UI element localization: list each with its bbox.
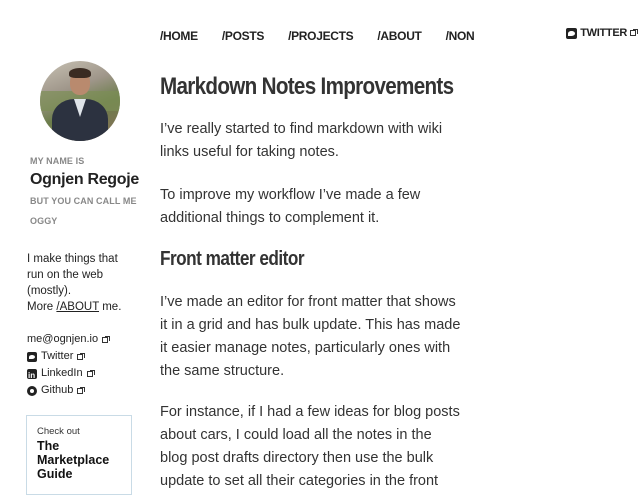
twitter-top-link[interactable]: TWITTER bbox=[566, 27, 638, 39]
nav-non-link[interactable]: /NON bbox=[446, 29, 475, 43]
bio-line: (mostly). bbox=[27, 285, 72, 297]
twitter-icon bbox=[27, 351, 37, 362]
linkedin-link-label: LinkedIn bbox=[41, 367, 83, 379]
external-link-icon bbox=[77, 352, 86, 361]
email-link-label: me@ognjen.io bbox=[27, 333, 99, 345]
bio-line: I make things that bbox=[27, 253, 118, 265]
author-bio: I make things that run on the web (mostl… bbox=[27, 251, 137, 315]
external-link-icon bbox=[86, 369, 95, 378]
paragraph-line: update to set all their categories in th… bbox=[160, 473, 439, 489]
twitter-top-label: TWITTER bbox=[580, 27, 627, 39]
bio-line: More /ABOUT me. bbox=[27, 299, 137, 315]
github-icon bbox=[27, 385, 37, 396]
paragraph-line: about cars, I could load all the notes i… bbox=[160, 427, 432, 443]
paragraph-line: For instance, if I had a few ideas for b… bbox=[160, 404, 460, 420]
email-link[interactable]: me@ognjen.io bbox=[27, 331, 111, 348]
twitter-link[interactable]: Twitter bbox=[27, 348, 110, 365]
bio-more-text: More bbox=[27, 301, 54, 313]
external-link-icon bbox=[102, 335, 111, 344]
external-link-icon bbox=[630, 29, 638, 37]
bio-end-text: me. bbox=[102, 301, 122, 313]
external-link-icon bbox=[77, 386, 86, 395]
paragraph-line: it easier manage notes, particularly one… bbox=[160, 340, 451, 356]
paragraph-line: links useful for taking notes. bbox=[160, 144, 339, 160]
promo-title-line: Guide bbox=[37, 467, 73, 481]
top-nav: /HOME /POSTS /PROJECTS /ABOUT /NON bbox=[160, 29, 498, 43]
bio-about-link[interactable]: /ABOUT bbox=[56, 301, 99, 313]
section-heading: Front matter editor bbox=[160, 248, 305, 270]
article-paragraph: I’ve really started to find markdown wit… bbox=[160, 118, 490, 164]
article-paragraph: I’ve made an editor for front matter tha… bbox=[160, 291, 490, 383]
nav-about-link[interactable]: /ABOUT bbox=[377, 29, 422, 43]
article-paragraph: For instance, if I had a few ideas for b… bbox=[160, 401, 490, 493]
call-me-label: BUT YOU CAN CALL ME bbox=[30, 196, 137, 206]
linkedin-icon bbox=[27, 367, 37, 384]
promo-intro: Check out bbox=[37, 426, 80, 437]
nickname-label: OGGY bbox=[30, 216, 58, 226]
paragraph-line: I’ve made an editor for front matter tha… bbox=[160, 294, 456, 310]
paragraph-line: To improve my workflow I’ve made a few bbox=[160, 187, 421, 203]
author-name: Ognjen Regoje bbox=[30, 171, 139, 188]
paragraph-line: blog post drafts directory then use the … bbox=[160, 450, 434, 466]
twitter-link-label: Twitter bbox=[41, 350, 74, 362]
paragraph-line: additional things to complement it. bbox=[160, 210, 380, 226]
contact-links: me@ognjen.io Twitter LinkedIn Github bbox=[27, 331, 111, 399]
nav-home-link[interactable]: /HOME bbox=[160, 29, 198, 43]
paragraph-line: I’ve really started to find markdown wit… bbox=[160, 121, 443, 137]
nav-projects-link[interactable]: /PROJECTS bbox=[288, 29, 354, 43]
article-title: Markdown Notes Improvements bbox=[160, 73, 454, 100]
article-paragraph: To improve my workflow I’ve made a few a… bbox=[160, 184, 490, 230]
avatar bbox=[40, 61, 120, 141]
github-link-label: Github bbox=[41, 384, 74, 396]
twitter-icon bbox=[566, 27, 578, 39]
my-name-is-label: MY NAME IS bbox=[30, 156, 85, 166]
nav-posts-link[interactable]: /POSTS bbox=[222, 29, 265, 43]
linkedin-link[interactable]: LinkedIn bbox=[27, 365, 110, 384]
paragraph-line: the same structure. bbox=[160, 363, 285, 379]
paragraph-line: it in a grid and has bulk update. This h… bbox=[160, 317, 461, 333]
bio-line: run on the web bbox=[27, 269, 104, 281]
github-link[interactable]: Github bbox=[27, 382, 110, 399]
promo-title-line: Marketplace bbox=[37, 453, 110, 467]
promo-title-line: The bbox=[37, 439, 60, 453]
marketplace-guide-promo[interactable]: Check out The Marketplace Guide bbox=[26, 415, 132, 495]
